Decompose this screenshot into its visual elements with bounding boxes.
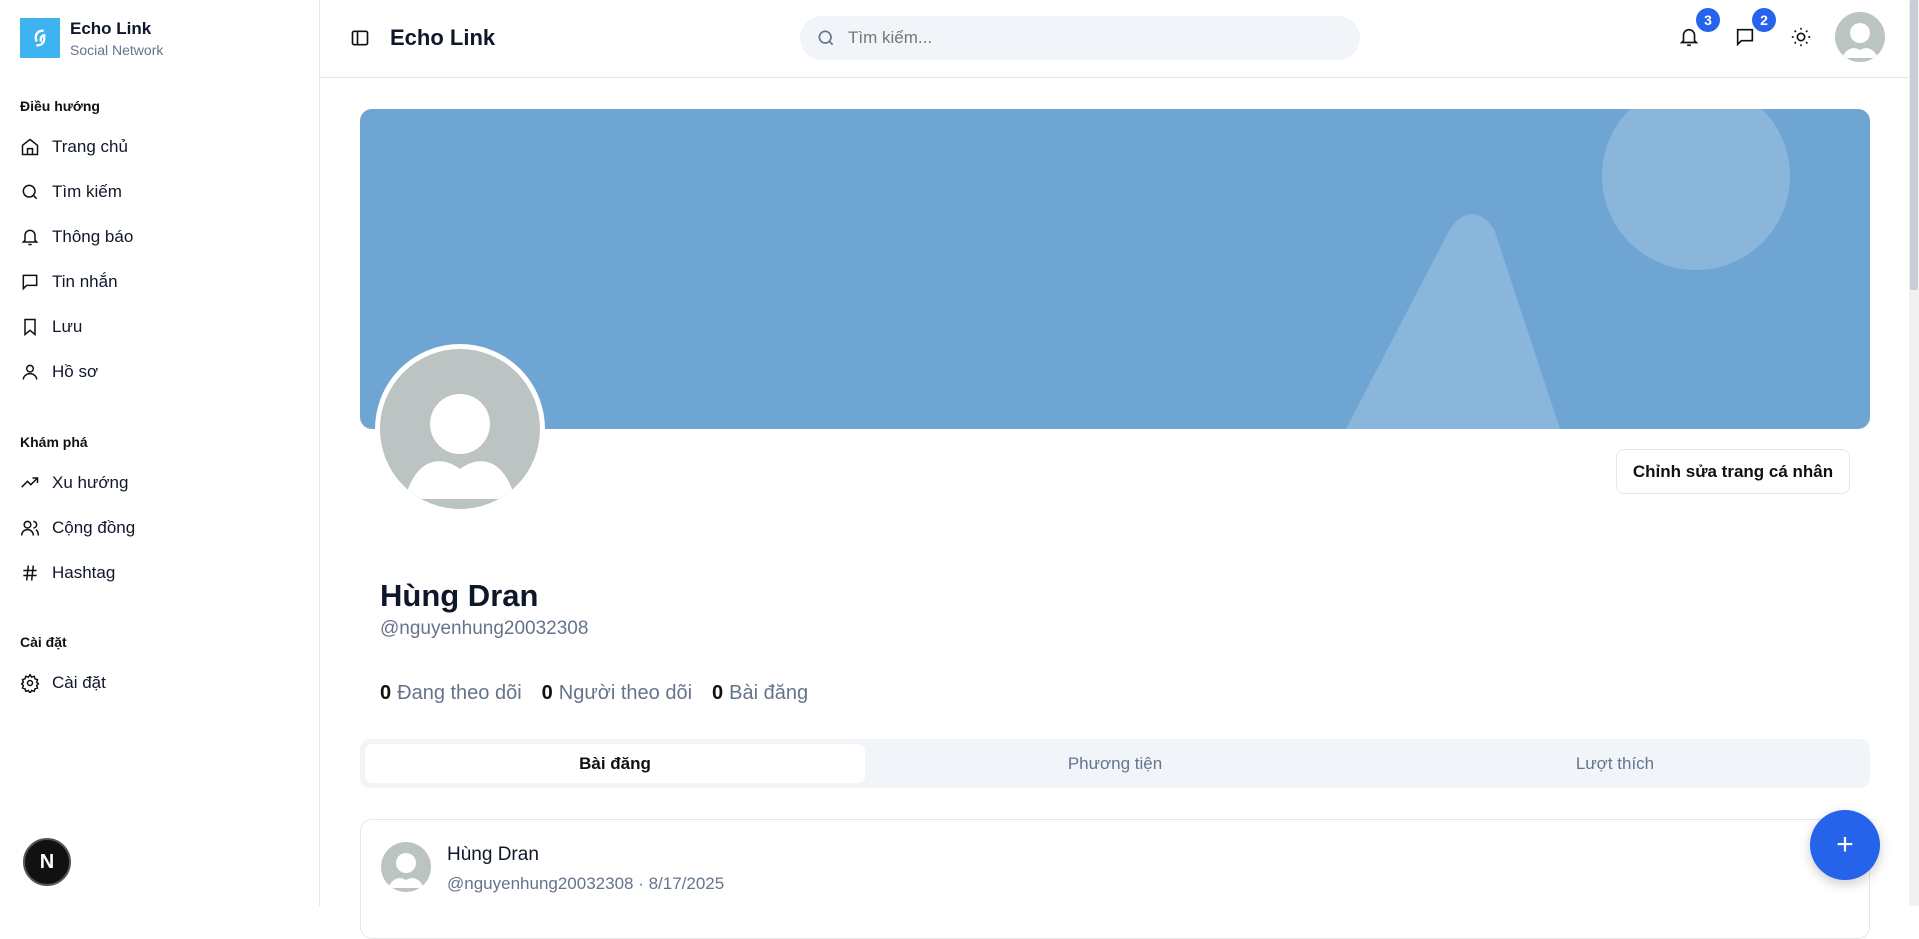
dev-tools-button[interactable]: N — [23, 838, 71, 886]
sidebar-item-notifications[interactable]: Thông báo — [20, 214, 133, 259]
stat-label: Bài đăng — [729, 682, 809, 704]
stat-value: 0 — [712, 682, 724, 704]
profile-handle: @nguyenhung20032308 — [380, 618, 589, 639]
sidebar-item-trending[interactable]: Xu hướng — [20, 460, 135, 505]
message-icon — [22, 274, 38, 290]
message-icon — [1736, 28, 1754, 47]
notifications-badge: 3 — [1696, 8, 1720, 32]
sidebar-item-community[interactable]: Cộng đồng — [20, 505, 135, 550]
create-post-button[interactable]: + — [1810, 810, 1880, 880]
stat-label: Người theo dõi — [558, 682, 693, 704]
sidebar-item-profile[interactable]: Hồ sơ — [20, 349, 133, 394]
stat-followers[interactable]: 0 Người theo dõi — [542, 682, 692, 705]
sidebar-item-label: Cộng đồng — [52, 517, 136, 537]
sidebar-item-messages[interactable]: Tin nhắn — [20, 259, 133, 304]
stat-posts: 0 Bài đăng — [712, 682, 808, 705]
sidebar-item-label: Cài đặt — [52, 672, 106, 692]
gear-icon — [20, 672, 40, 693]
group-label: Cài đặt — [20, 634, 67, 650]
top-header: Echo Link 3 2 — [320, 0, 1909, 78]
sidebar-toggle-icon[interactable] — [350, 28, 370, 48]
sidebar-item-label: Hashtag — [52, 562, 116, 582]
sidebar-item-label: Lưu — [52, 316, 83, 336]
scrollbar[interactable] — [1909, 0, 1919, 906]
tab-posts[interactable]: Bài đăng — [365, 744, 865, 783]
profile-avatar[interactable] — [375, 344, 545, 514]
sidebar-item-search[interactable]: Tìm kiếm — [20, 169, 133, 214]
stat-label: Đang theo dõi — [397, 682, 522, 704]
brand-title: Echo Link — [70, 18, 152, 38]
sidebar-item-label: Hồ sơ — [52, 361, 99, 381]
sidebar-item-home[interactable]: Trang chủ — [20, 124, 133, 169]
sidebar-item-label: Xu hướng — [52, 472, 129, 492]
user-avatar[interactable] — [1835, 12, 1885, 62]
search-input[interactable] — [848, 28, 1328, 48]
sidebar: Echo Link Social Network Điều hướng Tran… — [0, 0, 320, 906]
profile-name: Hùng Dran — [380, 578, 539, 613]
image-placeholder-icon — [1346, 109, 1790, 429]
post-card: Hùng Dran @nguyenhung20032308 · 8/17/202… — [360, 819, 1870, 939]
bell-icon — [21, 229, 39, 245]
messages-badge: 2 — [1752, 8, 1776, 32]
stat-value: 0 — [541, 682, 553, 704]
user-icon — [22, 364, 38, 380]
post-author-name[interactable]: Hùng Dran — [447, 844, 539, 866]
search-bar[interactable] — [800, 16, 1360, 60]
search-icon — [818, 30, 834, 46]
nav-group-settings: Cài đặt Cài đặt — [20, 634, 106, 705]
sidebar-item-saved[interactable]: Lưu — [20, 304, 133, 349]
brand-subtitle: Social Network — [70, 41, 164, 58]
tab-media[interactable]: Phương tiện — [865, 744, 1365, 783]
sidebar-item-settings[interactable]: Cài đặt — [20, 660, 106, 705]
group-label: Điều hướng — [20, 98, 100, 114]
edit-profile-button[interactable]: Chỉnh sửa trang cá nhân — [1616, 449, 1850, 494]
nav-group-explore: Khám phá Xu hướng Cộng đồng Hashtag — [20, 434, 135, 595]
sidebar-item-label: Tin nhắn — [52, 271, 118, 291]
echo-link-logo-icon — [20, 18, 60, 58]
bookmark-icon — [24, 318, 36, 336]
group-label: Khám phá — [20, 434, 88, 450]
app-title: Echo Link — [390, 25, 496, 50]
trending-icon — [21, 476, 39, 488]
sidebar-item-label: Tìm kiếm — [52, 181, 122, 201]
cover-image — [360, 109, 1870, 429]
sidebar-item-label: Trang chủ — [52, 136, 128, 156]
profile-stats: 0 Đang theo dõi 0 Người theo dõi 0 Bài đăng — [380, 682, 808, 705]
search-icon — [22, 184, 38, 199]
stat-value: 0 — [380, 682, 392, 704]
scrollbar-thumb[interactable] — [1910, 0, 1918, 290]
notifications-button[interactable]: 3 — [1678, 8, 1720, 50]
tab-likes[interactable]: Lượt thích — [1365, 744, 1865, 783]
post-meta: @nguyenhung20032308 · 8/17/2025 — [447, 874, 725, 893]
post-author-avatar[interactable] — [381, 842, 431, 892]
users-icon — [20, 520, 40, 536]
sun-icon — [1791, 27, 1811, 47]
stat-following[interactable]: 0 Đang theo dõi — [380, 682, 522, 705]
bell-icon — [1679, 28, 1699, 47]
sidebar-item-hashtag[interactable]: Hashtag — [20, 550, 135, 595]
home-icon — [21, 138, 39, 155]
profile-tabs: Bài đăng Phương tiện Lượt thích — [360, 739, 1870, 788]
theme-toggle-button[interactable] — [1790, 26, 1814, 50]
messages-button[interactable]: 2 — [1734, 8, 1776, 50]
hash-icon — [23, 564, 37, 581]
nav-group-navigation: Điều hướng Trang chủ Tìm kiếm Thông báo … — [20, 98, 133, 394]
sidebar-item-label: Thông báo — [52, 226, 134, 246]
brand[interactable]: Echo Link Social Network — [20, 18, 163, 58]
